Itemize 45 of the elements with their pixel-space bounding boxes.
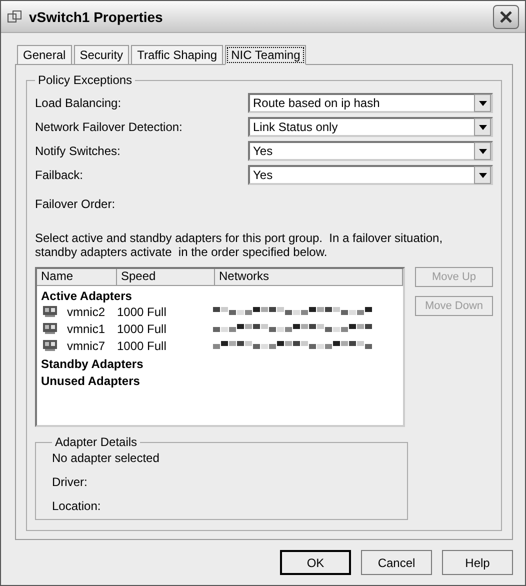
tab[interactable]: Security — [74, 45, 130, 65]
dialog-button[interactable]: Help — [442, 550, 513, 575]
network-card-icon — [43, 323, 57, 334]
dropdown[interactable]: Yes — [248, 165, 493, 185]
adapter-name: vmnic7 — [67, 338, 106, 352]
dropdown-arrow-icon — [478, 172, 486, 178]
column-header[interactable]: Networks — [215, 269, 403, 285]
column-header[interactable]: Name — [37, 269, 117, 285]
group-title: Policy Exceptions — [37, 73, 134, 87]
dropdown-arrow-icon — [478, 124, 486, 130]
dialog-button[interactable]: Cancel — [361, 550, 432, 575]
column-header[interactable]: Speed — [117, 269, 215, 285]
group-title: Adapter Details — [54, 435, 138, 449]
adapter-name: vmnic1 — [67, 322, 106, 336]
tab[interactable]: Traffic Shaping — [131, 45, 224, 65]
failover-order-label: Failover Order: — [35, 197, 116, 211]
adapter-group-title: Unused Adapters — [40, 373, 141, 388]
setting-label: Failback: — [35, 168, 84, 182]
dropdown-arrow-icon — [478, 148, 486, 154]
dropdown[interactable]: Route based on ip hash — [248, 93, 493, 113]
description-text: Select active and standby adapters for this port group. In a failover situation, standby adapters activate in the order specified below. — [35, 231, 444, 259]
network-card-icon — [43, 340, 57, 351]
detail-text: Location: — [52, 499, 102, 513]
tab[interactable]: NIC Teaming — [225, 45, 306, 65]
network-card-icon — [43, 306, 57, 317]
setting-label: Network Failover Detection: — [35, 120, 184, 134]
setting-label: Notify Switches: — [35, 144, 122, 158]
setting-label: Load Balancing: — [35, 96, 122, 110]
adapter-group-title: Standby Adapters — [40, 356, 144, 371]
adapter-speed: 1000 Full — [117, 304, 168, 318]
window-title: vSwitch1 Properties — [29, 8, 164, 24]
dialog-button[interactable]: OK — [280, 550, 351, 575]
dropdown[interactable]: Yes — [248, 141, 493, 161]
adapter-speed: 1000 Full — [117, 322, 168, 336]
close-button[interactable] — [493, 4, 519, 28]
adapter-group-title: Active Adapters — [40, 288, 133, 303]
close-icon — [499, 10, 513, 24]
adapter-speed: 1000 Full — [117, 338, 168, 352]
detail-text: Driver: — [52, 475, 88, 489]
window-icon — [7, 8, 23, 24]
detail-text: No adapter selected — [52, 451, 160, 465]
dropdown[interactable]: Link Status only — [248, 117, 493, 137]
dropdown-arrow-icon — [478, 100, 486, 106]
adapter-name: vmnic2 — [67, 304, 106, 318]
tab[interactable]: General — [17, 45, 72, 65]
